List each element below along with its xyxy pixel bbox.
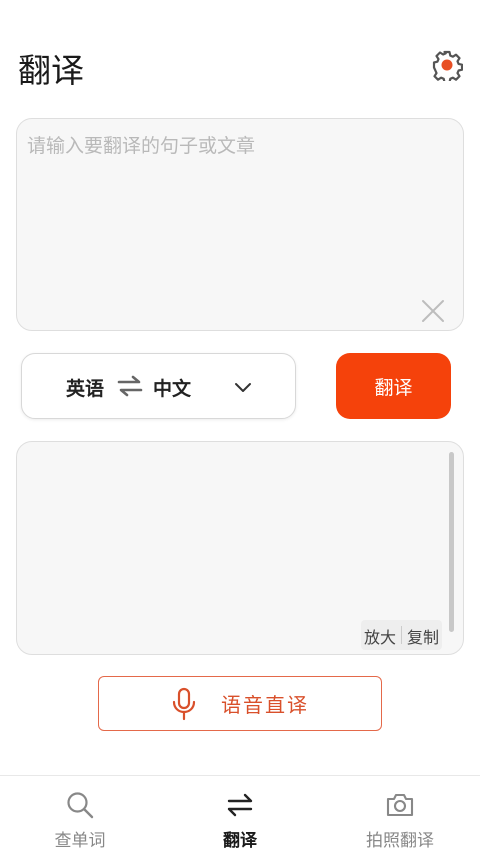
nav-label: 查单词 xyxy=(54,831,106,851)
translation-output-text xyxy=(29,454,444,614)
page-title: 翻译 xyxy=(18,51,84,90)
swap-arrows-icon[interactable] xyxy=(117,374,143,398)
header: 翻译 xyxy=(0,0,480,118)
swap-arrows-icon xyxy=(227,793,253,817)
target-language[interactable]: 中文 xyxy=(153,374,191,401)
output-actions: 放大 复制 xyxy=(361,620,443,650)
camera-icon xyxy=(386,793,414,817)
search-icon xyxy=(67,792,94,819)
nav-item-translate[interactable]: 翻译 xyxy=(160,776,320,854)
chevron-down-icon[interactable] xyxy=(232,376,254,398)
source-text-input[interactable] xyxy=(27,131,427,301)
nav-item-lookup-word[interactable]: 查单词 xyxy=(0,776,160,854)
nav-label: 拍照翻译 xyxy=(366,831,434,851)
nav-label: 翻译 xyxy=(223,831,257,851)
action-divider xyxy=(401,626,403,644)
gear-icon xyxy=(432,50,463,81)
source-language[interactable]: 英语 xyxy=(66,374,104,401)
voice-translate-button[interactable]: 语音直译 xyxy=(98,676,382,731)
copy-button[interactable]: 复制 xyxy=(404,620,442,650)
voice-translate-label: 语音直译 xyxy=(221,693,309,717)
bottom-nav: 查单词 翻译 拍照翻译 xyxy=(0,775,480,854)
output-scrollbar[interactable] xyxy=(449,452,454,632)
settings-button[interactable] xyxy=(430,48,464,82)
translate-screen: 翻译 英语 中文 翻译 xyxy=(0,0,480,854)
clear-input-button[interactable] xyxy=(419,297,447,325)
enlarge-button[interactable]: 放大 xyxy=(361,620,399,650)
translation-output-card: 放大 复制 xyxy=(16,441,464,655)
language-selector[interactable]: 英语 中文 xyxy=(21,353,296,419)
translate-button[interactable]: 翻译 xyxy=(336,353,451,419)
nav-item-photo-translate[interactable]: 拍照翻译 xyxy=(320,776,480,854)
source-input-card xyxy=(16,118,464,331)
close-icon xyxy=(422,300,444,322)
microphone-icon xyxy=(172,687,196,720)
